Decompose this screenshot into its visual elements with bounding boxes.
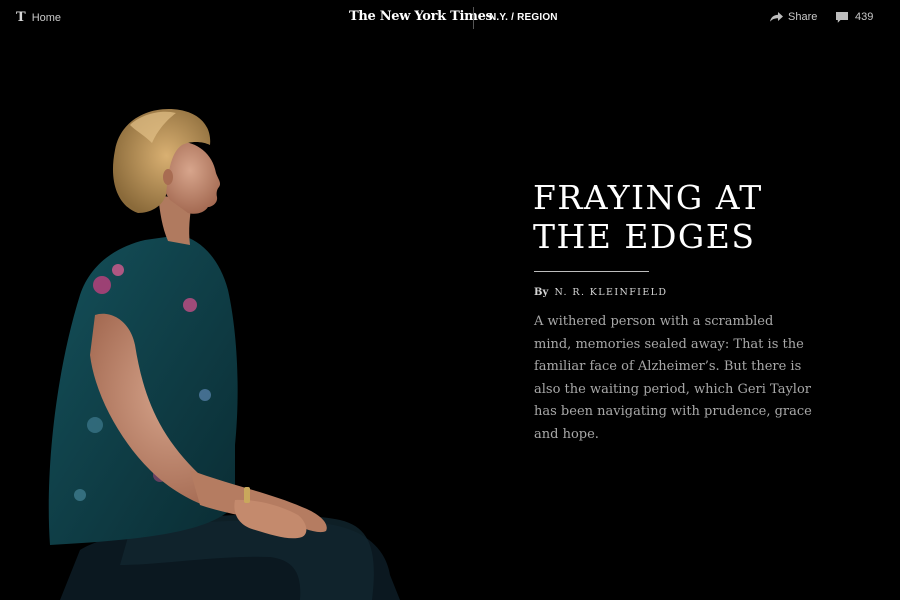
article-headline: FRAYING AT THE EDGES xyxy=(533,178,863,256)
byline-author[interactable]: N. R. KLEINFIELD xyxy=(554,287,667,298)
byline: By N. R. KLEINFIELD xyxy=(534,287,667,298)
masthead-logo[interactable]: The New York Times xyxy=(349,9,493,24)
article-page: T Home The New York Times N.Y. / REGION … xyxy=(0,0,900,600)
hero-portrait-image xyxy=(48,109,400,600)
comments-button[interactable]: 439 xyxy=(836,11,873,23)
section-link[interactable]: N.Y. / REGION xyxy=(489,12,558,23)
article-summary: A withered person with a scrambled mind,… xyxy=(534,314,812,442)
masthead-divider xyxy=(473,7,474,29)
share-arrow-icon xyxy=(770,12,783,22)
headline-line-2: THE EDGES xyxy=(533,217,756,256)
top-bar: T Home The New York Times N.Y. / REGION … xyxy=(0,0,900,36)
home-link[interactable]: T Home xyxy=(16,11,61,24)
byline-prefix: By xyxy=(534,287,549,298)
share-button[interactable]: Share xyxy=(770,11,817,23)
comment-count: 439 xyxy=(855,11,874,23)
t-logo-icon: T xyxy=(16,10,26,25)
headline-line-1: FRAYING AT xyxy=(533,178,763,217)
comment-bubble-icon xyxy=(836,11,848,23)
share-label: Share xyxy=(788,11,818,23)
home-label: Home xyxy=(31,11,62,24)
headline-divider xyxy=(534,271,649,272)
